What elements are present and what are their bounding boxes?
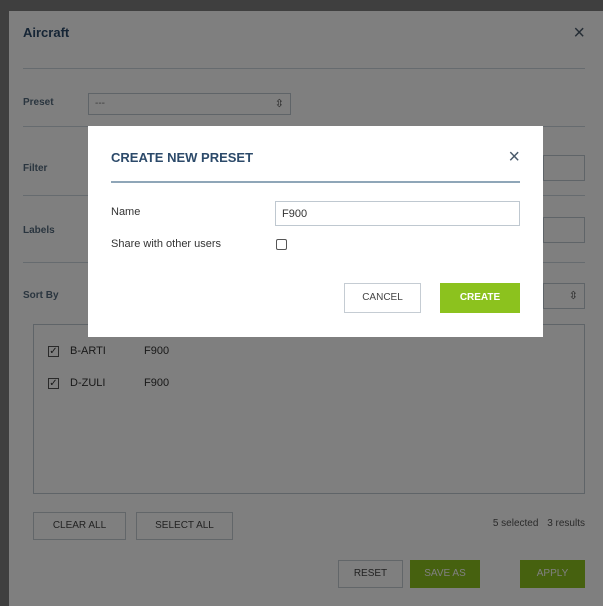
- cancel-button[interactable]: CANCEL: [344, 283, 421, 313]
- dialog-close-icon[interactable]: ×: [508, 146, 520, 169]
- share-checkbox[interactable]: [276, 239, 287, 250]
- dialog-title: CREATE NEW PRESET: [111, 150, 254, 165]
- dialog-divider: [111, 181, 520, 183]
- preset-name-input[interactable]: [275, 201, 520, 226]
- share-label: Share with other users: [111, 238, 222, 250]
- name-label: Name: [111, 206, 141, 218]
- create-preset-dialog: CREATE NEW PRESET × Name Share with othe…: [88, 126, 543, 337]
- create-button[interactable]: CREATE: [440, 283, 520, 313]
